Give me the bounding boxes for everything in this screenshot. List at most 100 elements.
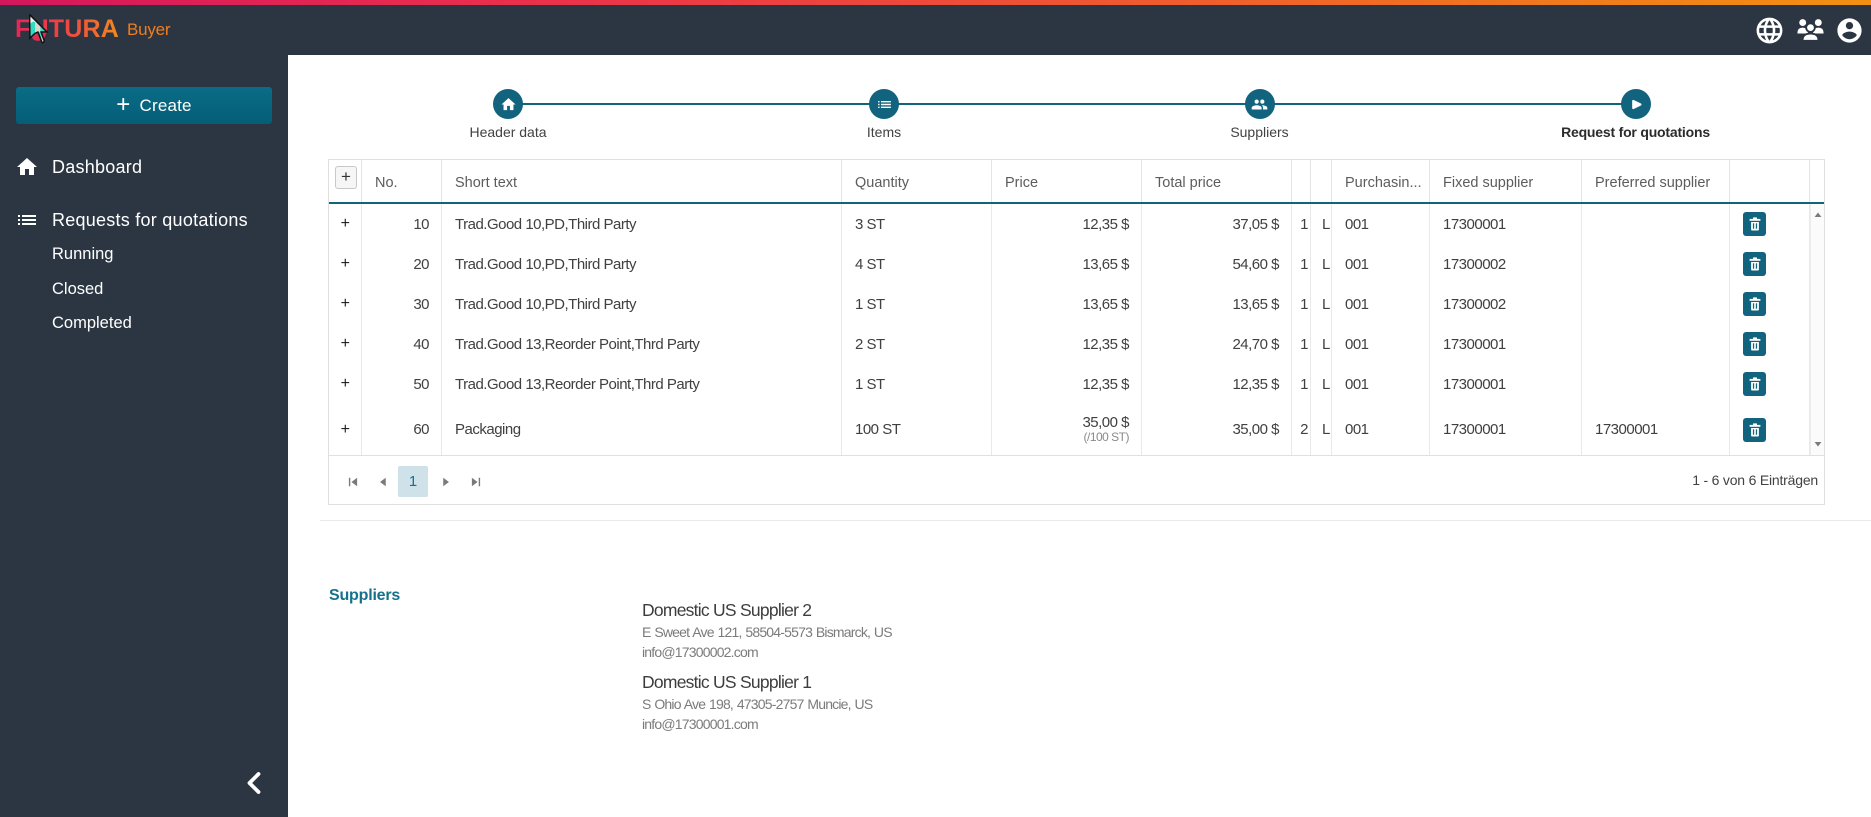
add-row-button[interactable]: + [335,166,357,189]
cell-purchasing: 001 [1332,204,1430,244]
column-header-Short text: Short text [442,160,842,202]
list-icon [15,208,39,232]
delete-row-button-svg [1749,422,1760,436]
expand-plus-icon: + [340,420,350,438]
sidebar-collapse-button-svg [247,772,261,794]
cell-col1: 2 [1292,404,1311,455]
delete-row-button[interactable] [1743,292,1766,316]
cell-purchasing: 001 [1332,244,1430,284]
add-icon: + [341,166,351,186]
groups-icon[interactable] [1796,16,1825,45]
cell-col2: L [1311,404,1332,455]
cell-fixed-supplier: 17300001 [1430,324,1582,364]
expand-plus-icon: + [340,335,350,352]
stepper-step-label: Suppliers [1230,124,1289,140]
sidebar-item-closed[interactable]: Closed [52,272,103,306]
sidebar-item-dashboard[interactable]: Dashboard [0,147,288,187]
column-header-label: Purchasin... [1345,175,1422,191]
column-header-6 [1292,160,1311,202]
sidebar-item-requests-for-quotations[interactable]: Requests for quotations [0,200,288,240]
first-page-icon[interactable] [341,470,365,494]
cell-fixed-supplier: 17300001 [1430,364,1582,404]
suppliers-heading: Suppliers [329,587,401,604]
supplier-email: info@17300001.com [642,716,759,732]
prev-page-icon[interactable] [371,470,395,494]
expand-row-cell[interactable]: + [329,404,362,455]
stepper-step-label: Items [866,124,902,140]
cell-fixed-supplier: 17300002 [1430,244,1582,284]
delete-row-button-svg [1749,217,1760,231]
delete-row-button[interactable] [1743,417,1766,442]
people-icon-svg [1251,99,1268,109]
cell-purchasing: 001 [1332,364,1430,404]
cell-col2: L [1311,364,1332,404]
delete-row-button[interactable] [1743,332,1766,356]
delete-row-button[interactable] [1743,212,1766,236]
cell-quantity: 4 ST [842,244,992,284]
sidebar: + Create Dashboard Requests for quotatio… [0,55,288,817]
sidebar-item-label: Requests for quotations [52,209,248,230]
cell-purchasing: 001 [1332,404,1430,455]
column-header-label: Short text [455,175,518,191]
cell-no: 30 [362,284,442,324]
cell-quantity: 3 ST [842,204,992,244]
column-header-Price: Price [992,160,1142,202]
cell-price: 12,35 $ [992,364,1142,404]
account-circle-icon[interactable] [1835,16,1864,45]
sidebar-item-running[interactable]: Running [52,237,113,271]
people-icon [1244,89,1275,119]
column-header-label: Total price [1155,175,1222,191]
page-number-current[interactable]: 1 [398,466,428,497]
expand-plus-icon: + [340,215,350,232]
language-icon[interactable] [1754,15,1785,46]
expand-row-cell[interactable]: + [329,204,362,244]
expand-row-cell[interactable]: + [329,244,362,284]
table-row: +20 Trad.Good 10,PD,Third Party 4 ST 13,65 … [329,244,1810,284]
cell-col2: L [1311,204,1332,244]
scroll-up-icon[interactable] [1814,211,1822,219]
supplier-item: Domestic US Supplier 2 E Sweet Ave 121, 5… [642,598,1342,662]
last-page-icon[interactable] [464,470,488,494]
scroll-down-icon[interactable] [1814,440,1822,448]
cell-col1: 1 [1292,284,1311,324]
app-logo: FUTURA Buyer [15,15,171,49]
table-pagination: 1 1 - 6 von 6 Einträgen [329,455,1824,504]
expand-row-cell[interactable]: + [329,284,362,324]
cell-no: 50 [362,364,442,404]
table-scrollbar[interactable] [1810,204,1824,455]
delete-row-button[interactable] [1743,372,1766,396]
cell-total-price: 13,65 $ [1142,284,1292,324]
supplier-address: E Sweet Ave 121, 58504-5573 Bismarck, US [642,624,893,640]
cell-preferred-supplier [1582,204,1730,244]
cell-col2: L [1311,244,1332,284]
expand-row-cell[interactable]: + [329,364,362,404]
column-header-Purchasin...: Purchasin... [1332,160,1430,202]
next-page-icon-svg [443,477,449,486]
create-button-label: Create [139,95,192,115]
cell-no: 60 [362,404,442,455]
column-header-0: + [329,160,362,202]
cell-preferred-supplier [1582,284,1730,324]
cell-price: 13,65 $ [992,244,1142,284]
next-page-icon[interactable] [434,470,458,494]
sidebar-collapse-button[interactable] [239,768,269,798]
column-header-label: Price [1005,175,1039,191]
sidebar-item-completed[interactable]: Completed [52,306,132,340]
stepper-line [508,103,1636,105]
cell-preferred-supplier: 17300001 [1582,404,1730,455]
language-icon-svg [1756,17,1783,43]
create-button[interactable]: + Create [16,87,272,124]
supplier-email: info@17300002.com [642,644,759,660]
cell-total-price: 24,70 $ [1142,324,1292,364]
list-icon [869,89,899,119]
cell-total-price: 35,00 $ [1142,404,1292,455]
last-page-icon-svg [471,477,481,486]
delete-row-button[interactable] [1743,252,1766,276]
expand-row-cell[interactable]: + [329,324,362,364]
cell-total-price: 54,60 $ [1142,244,1292,284]
table-row: +60 Packaging 100 ST 35,00 $ (/100 ST) 35,00 … [329,404,1810,455]
delete-row-button-svg [1749,257,1760,271]
cell-actions [1730,364,1810,404]
delete-row-button-svg [1749,297,1760,311]
column-header-Fixed supplier: Fixed supplier [1430,160,1582,202]
